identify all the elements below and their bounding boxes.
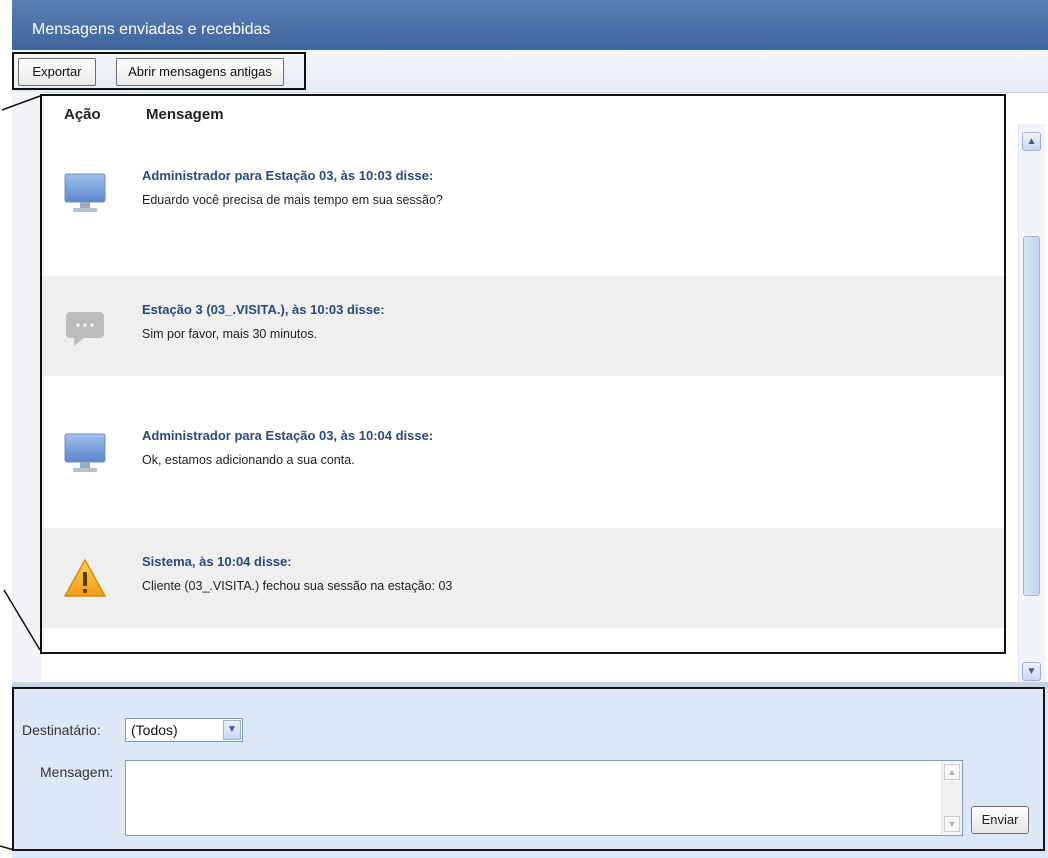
scroll-up-button[interactable]: ▲ (944, 764, 960, 780)
window-title: Mensagens enviadas e recebidas (12, 0, 1048, 50)
message-list: Ação Mensagem Administrador para Estação… (40, 94, 1006, 654)
message-title: Estação 3 (03_.VISITA.), às 10:03 disse: (142, 302, 385, 317)
chevron-down-icon[interactable]: ▼ (223, 720, 241, 740)
message-label: Mensagem: (40, 764, 114, 780)
message-title: Administrador para Estação 03, às 10:04 … (142, 428, 434, 443)
recipient-select-value: (Todos) (131, 722, 178, 738)
column-header-message: Mensagem (146, 106, 224, 123)
message-text: Eduardo você precisa de mais tempo em su… (142, 193, 443, 207)
export-button[interactable]: Exportar (18, 58, 96, 86)
message-input-scrollbar[interactable]: ▲ ▼ (941, 761, 962, 835)
message-text: Ok, estamos adicionando a sua conta. (142, 453, 355, 467)
message-row[interactable]: Administrador para Estação 03, às 10:04 … (42, 402, 1004, 502)
message-text: Cliente (03_.VISITA.) fechou sua sessão … (142, 579, 453, 593)
message-row[interactable]: Administrador para Estação 03, às 10:03 … (42, 142, 1004, 242)
message-title: Sistema, às 10:04 disse: (142, 554, 292, 569)
speech-bubble-icon (66, 312, 104, 346)
warning-icon (64, 559, 106, 597)
recipient-label: Destinatário: (22, 722, 101, 738)
message-input[interactable]: ▲ ▼ (125, 760, 963, 836)
message-text: Sim por favor, mais 30 minutos. (142, 327, 318, 341)
recipient-select[interactable]: (Todos) ▼ (125, 718, 243, 742)
monitor-icon (64, 433, 106, 472)
monitor-icon (64, 173, 106, 212)
column-header-action: Ação (64, 106, 101, 123)
scroll-thumb[interactable] (1023, 236, 1040, 596)
message-row[interactable]: Estação 3 (03_.VISITA.), às 10:03 disse:… (42, 276, 1004, 376)
message-row[interactable]: Sistema, às 10:04 disse: Cliente (03_.VI… (42, 528, 1004, 628)
scroll-down-button[interactable]: ▼ (1022, 662, 1041, 681)
open-old-messages-button[interactable]: Abrir mensagens antigas (116, 58, 284, 86)
send-button[interactable]: Enviar (971, 806, 1029, 834)
scroll-down-button[interactable]: ▼ (944, 816, 960, 832)
message-title: Administrador para Estação 03, às 10:03 … (142, 168, 434, 183)
left-strip (12, 92, 42, 682)
message-list-scrollbar[interactable]: ▲ ▼ (1018, 124, 1045, 686)
scroll-up-button[interactable]: ▲ (1022, 132, 1041, 151)
